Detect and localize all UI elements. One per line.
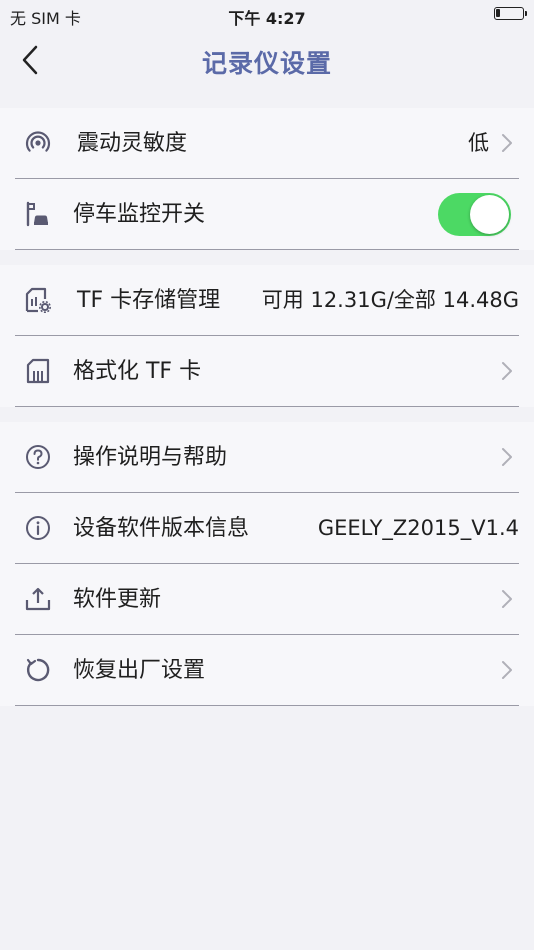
row-label: 恢复出厂设置 xyxy=(73,658,206,683)
sd-card-icon xyxy=(26,358,50,384)
row-label: 停车监控开关 xyxy=(73,202,206,227)
row-parking-monitor: 停车监控开关 xyxy=(15,179,519,250)
chevron-right-icon xyxy=(502,448,512,466)
parking-car-icon xyxy=(26,201,48,227)
row-label: 设备软件版本信息 xyxy=(73,516,250,541)
toggle-knob xyxy=(470,195,509,234)
navigation-bar: 记录仪设置 xyxy=(0,30,534,90)
version-value: GEELY_Z2015_V1.4 xyxy=(317,516,519,540)
storage-value: 可用 12.31G/全部 14.48G xyxy=(261,288,519,312)
row-label: 震动灵敏度 xyxy=(77,131,188,156)
section-device-sensitivity: 震动灵敏度 低 停车监控开关 xyxy=(0,108,534,250)
sensitivity-value: 低 xyxy=(468,131,489,155)
section-system: 操作说明与帮助 设备软件版本信息 GEELY_Z2015_V1.4 软件更新 恢… xyxy=(0,422,534,706)
parking-monitor-toggle[interactable] xyxy=(438,193,511,236)
row-tf-storage: TF 卡存储管理 可用 12.31G/全部 14.48G xyxy=(15,265,519,336)
section-storage: TF 卡存储管理 可用 12.31G/全部 14.48G 格式化 TF 卡 xyxy=(0,265,534,407)
chevron-right-icon xyxy=(502,590,512,608)
vibration-signal-icon xyxy=(25,131,51,152)
row-software-update[interactable]: 软件更新 xyxy=(15,564,519,635)
row-label: 软件更新 xyxy=(73,587,162,612)
sd-card-settings-icon xyxy=(25,287,51,313)
row-factory-reset[interactable]: 恢复出厂设置 xyxy=(15,635,519,706)
chevron-right-icon xyxy=(502,661,512,679)
row-help[interactable]: 操作说明与帮助 xyxy=(15,422,519,493)
row-vibration-sensitivity[interactable]: 震动灵敏度 低 xyxy=(15,108,519,179)
row-format-tf[interactable]: 格式化 TF 卡 xyxy=(15,336,519,407)
upload-icon xyxy=(25,587,51,611)
info-circle-icon xyxy=(26,516,50,540)
status-bar: 无 SIM 卡 下午 4:27 xyxy=(0,0,534,30)
row-label: 操作说明与帮助 xyxy=(73,445,228,470)
chevron-right-icon xyxy=(502,134,512,152)
row-label: TF 卡存储管理 xyxy=(77,288,221,313)
question-circle-icon xyxy=(26,445,50,469)
row-label: 格式化 TF 卡 xyxy=(73,359,202,384)
reset-icon xyxy=(26,658,50,682)
page-title: 记录仪设置 xyxy=(201,49,332,78)
battery-low-icon xyxy=(494,7,527,20)
clock: 下午 4:27 xyxy=(228,9,306,28)
row-version-info: 设备软件版本信息 GEELY_Z2015_V1.4 xyxy=(15,493,519,564)
chevron-right-icon xyxy=(502,362,512,380)
